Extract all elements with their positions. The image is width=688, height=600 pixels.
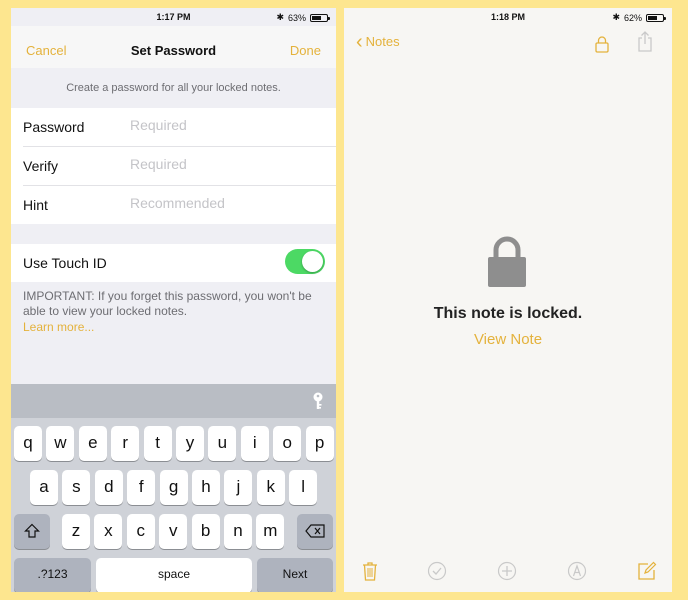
next-key[interactable]: Next: [257, 558, 333, 592]
delete-icon: [305, 524, 325, 538]
hint-input[interactable]: [130, 195, 320, 211]
set-password-screen: 1:17 PM ✱ 63% Cancel Set Password Done C…: [11, 8, 336, 592]
password-row: Password: [23, 108, 336, 147]
battery-fill: [312, 15, 321, 20]
bluetooth-icon: ✱: [612, 12, 620, 22]
battery-percent: 62%: [623, 12, 642, 23]
checklist-icon[interactable]: [427, 561, 447, 581]
key-d[interactable]: d: [94, 470, 123, 505]
add-icon[interactable]: [497, 561, 517, 581]
status-bar: 1:18 PM ✱ 62%: [344, 8, 672, 26]
key-m[interactable]: m: [256, 514, 285, 549]
key-p[interactable]: p: [305, 426, 334, 461]
locked-message: This note is locked.: [433, 305, 583, 322]
locked-padlock-icon: [488, 236, 526, 287]
nav-bar: Cancel Set Password Done: [11, 26, 336, 68]
key-u[interactable]: u: [208, 426, 237, 461]
key-h[interactable]: h: [192, 470, 220, 505]
verify-label: Verify: [23, 158, 59, 174]
key-b[interactable]: b: [191, 514, 220, 549]
verify-row: Verify: [23, 147, 336, 186]
numbers-key[interactable]: .?123: [14, 558, 91, 592]
key-c[interactable]: c: [126, 514, 155, 549]
touch-id-label: Use Touch ID: [23, 255, 107, 271]
battery-icon: [310, 13, 330, 22]
key-q[interactable]: q: [14, 426, 42, 461]
page-title: Set Password: [130, 43, 217, 58]
sketch-icon[interactable]: [567, 561, 587, 581]
key-k[interactable]: k: [256, 470, 285, 505]
battery-icon: [646, 13, 666, 22]
key-y[interactable]: y: [176, 426, 204, 461]
key-n[interactable]: n: [224, 514, 252, 549]
delete-key[interactable]: [297, 514, 333, 549]
key-x[interactable]: x: [94, 514, 123, 549]
shift-icon: [24, 523, 40, 538]
hint-row: Hint: [23, 186, 336, 224]
keyboard: q w e r t y u i o p a s d f g h j k l z x c v b n m .?123 space Next: [11, 384, 336, 592]
battery-percent: 63%: [287, 12, 306, 23]
password-label: Password: [23, 119, 85, 135]
keyboard-accessory-bar: [11, 384, 336, 418]
trash-icon[interactable]: [360, 561, 380, 581]
key-o[interactable]: o: [273, 426, 302, 461]
lock-icon[interactable]: [595, 35, 609, 53]
chevron-left-icon: ‹: [356, 30, 363, 53]
key-e[interactable]: e: [78, 426, 107, 461]
locked-note-screen: 1:18 PM ✱ 62% ‹ Notes This note is locke…: [344, 8, 672, 592]
key-t[interactable]: t: [143, 426, 172, 461]
password-input[interactable]: [130, 117, 320, 133]
done-button[interactable]: Done: [290, 43, 321, 58]
verify-input[interactable]: [130, 156, 320, 172]
battery-fill: [648, 15, 657, 20]
section-header: Create a password for all your locked no…: [66, 82, 281, 94]
shift-key[interactable]: [14, 514, 50, 549]
compose-icon[interactable]: [637, 561, 657, 581]
touch-id-row: Use Touch ID: [11, 244, 336, 282]
share-icon[interactable]: [637, 31, 653, 52]
toggle-knob: [302, 251, 323, 272]
key-a[interactable]: a: [30, 470, 58, 505]
key-v[interactable]: v: [159, 514, 188, 549]
key-g[interactable]: g: [159, 470, 188, 505]
key-f[interactable]: f: [127, 470, 156, 505]
key-l[interactable]: l: [289, 470, 318, 505]
back-button[interactable]: ‹ Notes: [356, 30, 400, 53]
key-s[interactable]: s: [62, 470, 91, 505]
space-key[interactable]: space: [96, 558, 252, 592]
important-note: IMPORTANT: If you forget this password, …: [23, 289, 312, 318]
status-bar: 1:17 PM ✱ 63%: [11, 8, 336, 26]
password-form: Password Verify Hint: [11, 108, 336, 224]
key-i[interactable]: i: [240, 426, 269, 461]
view-note-button[interactable]: View Note: [344, 331, 672, 348]
back-label: Notes: [365, 34, 400, 49]
key-j[interactable]: j: [224, 470, 253, 505]
key-icon[interactable]: [312, 392, 324, 410]
key-w[interactable]: w: [46, 426, 75, 461]
hint-label: Hint: [23, 197, 48, 213]
bluetooth-icon: ✱: [276, 12, 284, 22]
learn-more-link[interactable]: Learn more...: [23, 320, 94, 334]
key-r[interactable]: r: [111, 426, 140, 461]
key-z[interactable]: z: [62, 514, 90, 549]
touch-id-toggle[interactable]: [285, 249, 325, 274]
